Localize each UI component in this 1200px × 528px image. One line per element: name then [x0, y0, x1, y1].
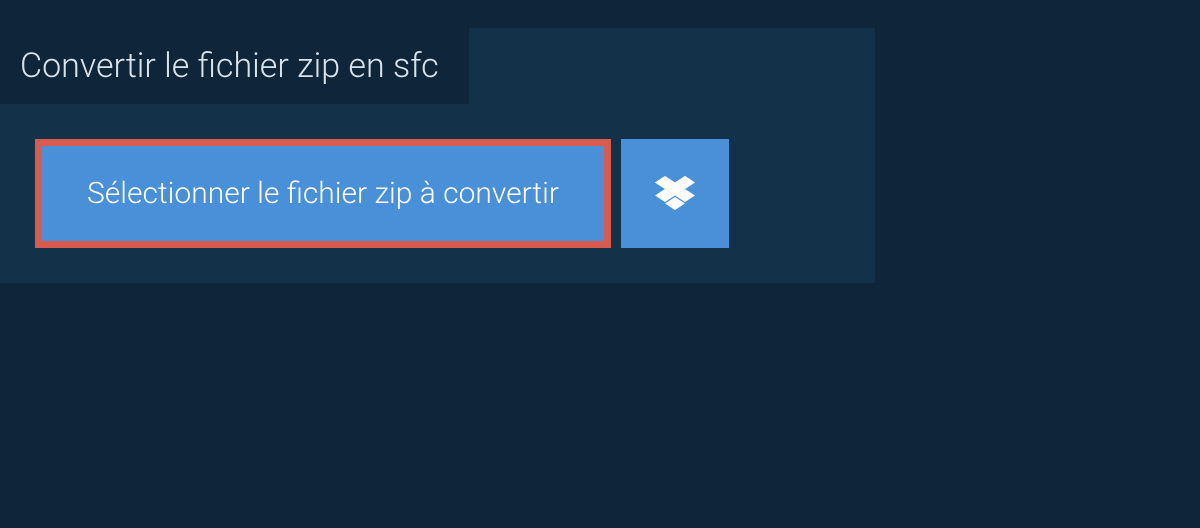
dropbox-icon	[655, 176, 695, 212]
dropbox-button[interactable]	[621, 139, 729, 248]
page-title: Convertir le fichier zip en sfc	[20, 46, 439, 86]
converter-panel: Convertir le fichier zip en sfc Sélectio…	[0, 28, 875, 283]
title-bar: Convertir le fichier zip en sfc	[0, 28, 469, 104]
select-file-button[interactable]: Sélectionner le fichier zip à convertir	[35, 139, 611, 248]
button-row: Sélectionner le fichier zip à convertir	[0, 104, 875, 248]
select-file-label: Sélectionner le fichier zip à convertir	[87, 176, 559, 211]
